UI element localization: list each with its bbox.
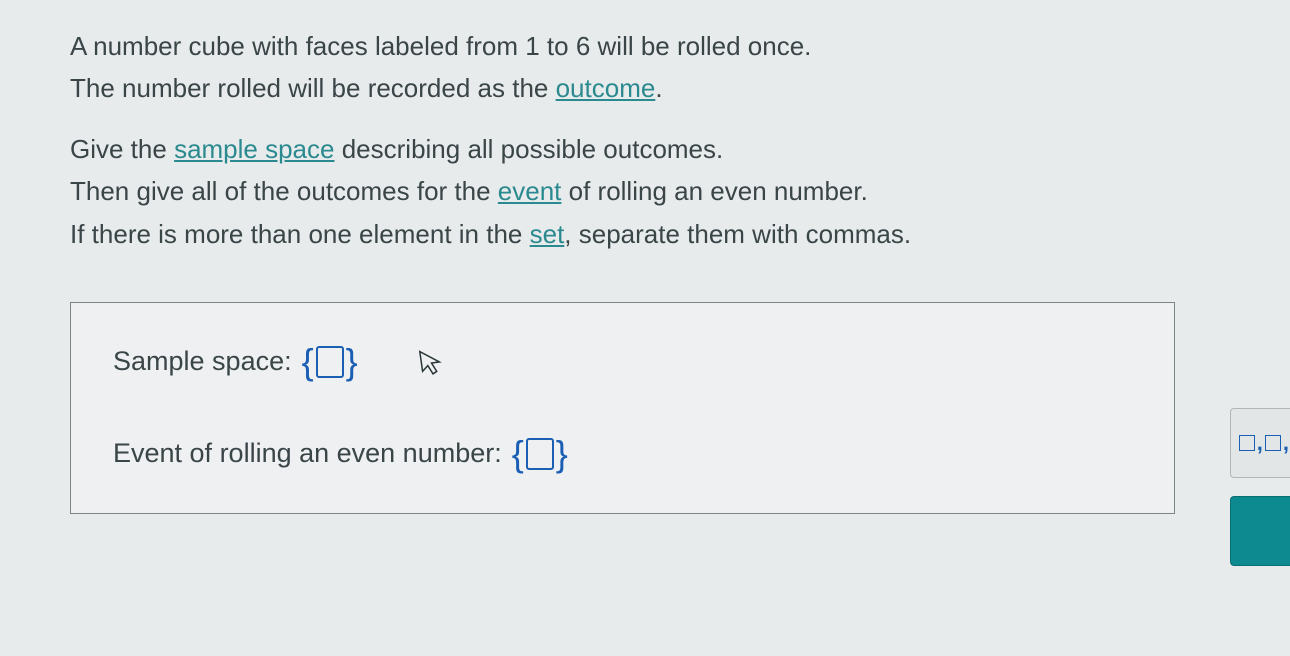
link-sample-space[interactable]: sample space (174, 134, 334, 164)
right-brace-icon: } (346, 341, 358, 383)
problem-line-4: Then give all of the outcomes for the ev… (70, 173, 1290, 209)
event-label: Event of rolling an even number: (113, 438, 502, 469)
comma-icon: , (1257, 430, 1263, 456)
box-icon (1265, 435, 1281, 451)
link-set[interactable]: set (530, 219, 565, 249)
right-brace-icon: } (556, 433, 568, 475)
cursor-icon (418, 347, 447, 387)
sample-space-input-group: { } (302, 341, 358, 383)
comma-list-button[interactable]: ,, (1230, 408, 1290, 478)
text: describing all possible outcomes. (334, 134, 723, 164)
problem-line-2: The number rolled will be recorded as th… (70, 70, 1290, 106)
spacer (70, 113, 1290, 131)
link-event[interactable]: event (498, 176, 562, 206)
text: Give the (70, 134, 174, 164)
left-brace-icon: { (302, 341, 314, 383)
problem-line-3: Give the sample space describing all pos… (70, 131, 1290, 167)
text: A number cube with faces labeled from 1 … (70, 31, 811, 61)
box-icon (1239, 435, 1255, 451)
event-input[interactable] (526, 438, 554, 470)
answer-box: Sample space: { } Event of rolling an ev… (70, 302, 1175, 514)
toolbar: ,, (1230, 408, 1290, 566)
text: Then give all of the outcomes for the (70, 176, 498, 206)
sample-space-input[interactable] (316, 346, 344, 378)
problem-line-5: If there is more than one element in the… (70, 216, 1290, 252)
comma-icon: , (1283, 430, 1289, 456)
text: , separate them with commas. (564, 219, 911, 249)
left-brace-icon: { (512, 433, 524, 475)
problem-text: A number cube with faces labeled from 1 … (70, 28, 1290, 252)
event-input-group: { } (512, 433, 568, 475)
text: . (655, 73, 662, 103)
sample-space-label: Sample space: (113, 346, 292, 377)
problem-line-1: A number cube with faces labeled from 1 … (70, 28, 1290, 64)
text: If there is more than one element in the (70, 219, 530, 249)
event-row: Event of rolling an even number: { } (113, 433, 1132, 475)
sample-space-row: Sample space: { } (113, 341, 1132, 383)
text: The number rolled will be recorded as th… (70, 73, 556, 103)
link-outcome[interactable]: outcome (556, 73, 656, 103)
text: of rolling an even number. (561, 176, 867, 206)
action-button[interactable] (1230, 496, 1290, 566)
